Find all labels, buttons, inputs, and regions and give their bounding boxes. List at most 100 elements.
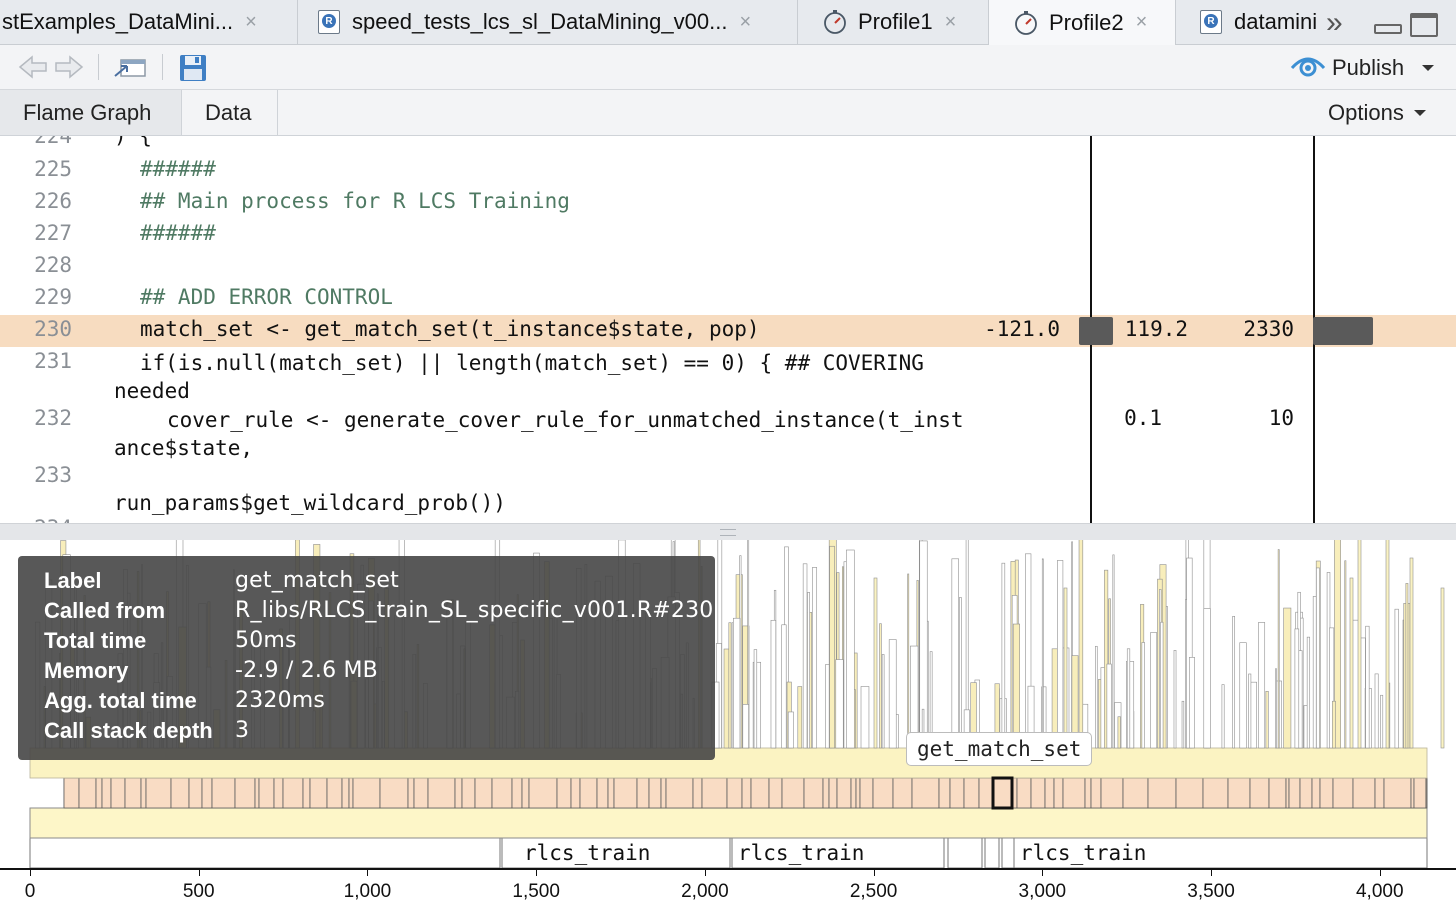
flame-frame[interactable] xyxy=(1041,558,1044,749)
flame-frame[interactable] xyxy=(511,777,523,809)
flame-frame[interactable] xyxy=(879,623,882,749)
flame-frame[interactable] xyxy=(570,777,581,809)
flame-frame[interactable] xyxy=(802,563,808,749)
flame-frame[interactable] xyxy=(1016,777,1032,809)
flame-frame[interactable] xyxy=(170,777,190,809)
flame-frame[interactable] xyxy=(1385,540,1390,749)
flame-frame[interactable] xyxy=(1275,668,1277,749)
flame-frame[interactable] xyxy=(1150,632,1158,749)
flame-frame[interactable] xyxy=(1084,777,1092,809)
flame-frame[interactable] xyxy=(1410,777,1415,809)
flame-frame[interactable] xyxy=(461,777,476,809)
flame-frame[interactable] xyxy=(1062,777,1086,809)
flame-frame[interactable] xyxy=(234,777,256,809)
flame-frame[interactable] xyxy=(888,639,897,749)
flame-frame[interactable] xyxy=(63,777,80,809)
flame-frame[interactable] xyxy=(579,777,598,809)
flame-frame[interactable] xyxy=(733,617,741,749)
flame-frame[interactable] xyxy=(407,777,415,809)
flame-frame[interactable] xyxy=(556,777,572,809)
flame-frame[interactable] xyxy=(101,777,112,809)
flame-frame[interactable] xyxy=(454,777,463,809)
flame-frame[interactable] xyxy=(1288,777,1301,809)
flame-frame[interactable] xyxy=(1095,645,1098,749)
flame-frame[interactable] xyxy=(829,545,835,749)
flame-frame[interactable] xyxy=(1285,777,1290,809)
flame-frame[interactable] xyxy=(352,777,381,809)
flame-frame[interactable] xyxy=(1394,608,1399,749)
flame-frame[interactable] xyxy=(1374,673,1379,749)
close-icon[interactable]: × xyxy=(245,11,257,34)
flame-frame[interactable] xyxy=(665,777,694,809)
flame-frame[interactable] xyxy=(254,777,260,809)
flame-frame[interactable] xyxy=(850,777,857,809)
flame-frame[interactable] xyxy=(1141,642,1145,749)
flame-frame[interactable] xyxy=(873,577,878,749)
flame-frame[interactable] xyxy=(1409,557,1414,749)
flame-frame[interactable] xyxy=(938,777,951,809)
close-icon[interactable]: × xyxy=(739,11,751,34)
flame-frame[interactable] xyxy=(78,777,97,809)
flame-frame-rlcs-train[interactable] xyxy=(984,837,1000,868)
flame-frame[interactable] xyxy=(379,777,409,809)
flame-frame[interactable] xyxy=(822,777,830,809)
flame-frame[interactable] xyxy=(753,649,758,749)
tab-data[interactable]: Data xyxy=(182,90,278,135)
flame-frame[interactable] xyxy=(859,777,874,809)
flame-frame[interactable] xyxy=(1030,777,1046,809)
flame-frame[interactable] xyxy=(1413,777,1427,809)
flame-frame[interactable] xyxy=(413,777,429,809)
flame-frame[interactable] xyxy=(959,597,962,749)
flame-frame[interactable] xyxy=(1202,777,1229,809)
flame-frame[interactable] xyxy=(797,686,803,749)
flame-frame[interactable] xyxy=(140,777,147,809)
flame-frame[interactable] xyxy=(872,777,894,809)
flame-frame[interactable] xyxy=(1175,777,1204,809)
show-in-window-icon[interactable] xyxy=(112,53,148,81)
flame-frame[interactable] xyxy=(1160,621,1164,749)
flame-frame[interactable] xyxy=(528,777,558,809)
tab-datamining[interactable]: R datamini xyxy=(1176,0,1326,44)
tab-profile2[interactable]: Profile2 × xyxy=(989,0,1176,45)
flame-frame[interactable] xyxy=(1189,657,1195,749)
flame-frame[interactable] xyxy=(892,777,913,809)
flame-frame[interactable] xyxy=(1100,777,1124,809)
flame-frame[interactable] xyxy=(1173,650,1177,749)
close-icon[interactable]: × xyxy=(945,11,957,34)
flame-frame[interactable] xyxy=(701,777,728,809)
flame-frame[interactable] xyxy=(636,777,650,809)
flame-frame[interactable] xyxy=(1380,694,1384,749)
tab-stexamples[interactable]: stExamples_DataMini... × xyxy=(0,0,298,44)
flame-graph[interactable]: rlcs_train rlcs_train rlcs_train get_mat… xyxy=(0,540,1456,868)
flame-frame[interactable] xyxy=(1277,549,1280,749)
flame-frame[interactable] xyxy=(607,777,615,809)
flame-frame[interactable] xyxy=(1112,554,1115,749)
flame-frame[interactable] xyxy=(978,777,994,809)
flame-frame[interactable] xyxy=(648,777,662,809)
flame-frame[interactable] xyxy=(491,777,513,809)
flame-frame[interactable] xyxy=(1352,777,1376,809)
flame-frame[interactable] xyxy=(1383,777,1412,809)
flame-frame[interactable] xyxy=(781,777,805,809)
flame-frame[interactable] xyxy=(1374,777,1385,809)
flame-frame-rlcs-train[interactable] xyxy=(947,837,983,868)
source-code-pane[interactable]: 224 ) { 225 ###### 226 ## Main process f… xyxy=(0,136,1456,523)
flame-frame[interactable] xyxy=(1126,648,1131,749)
flame-frame[interactable] xyxy=(1106,663,1112,749)
flame-frame[interactable] xyxy=(855,777,861,809)
flame-frame[interactable] xyxy=(770,619,777,749)
flame-frame[interactable] xyxy=(911,777,940,809)
flame-frame[interactable] xyxy=(881,654,885,749)
flame-frame[interactable] xyxy=(963,777,980,809)
flame-frame[interactable] xyxy=(1012,623,1020,749)
publish-button[interactable]: Publish xyxy=(1290,53,1450,83)
flame-frame-rlcs-train[interactable] xyxy=(1001,837,1015,868)
flame-frame[interactable] xyxy=(1405,583,1409,749)
flame-frame[interactable] xyxy=(1090,777,1102,809)
forward-arrow-icon[interactable] xyxy=(54,54,84,80)
flame-frame[interactable] xyxy=(1249,777,1270,809)
flame-frame[interactable] xyxy=(1306,636,1311,749)
flame-frame[interactable] xyxy=(1440,587,1445,749)
options-menu[interactable]: Options xyxy=(1306,90,1456,135)
flame-frame[interactable] xyxy=(781,624,787,749)
